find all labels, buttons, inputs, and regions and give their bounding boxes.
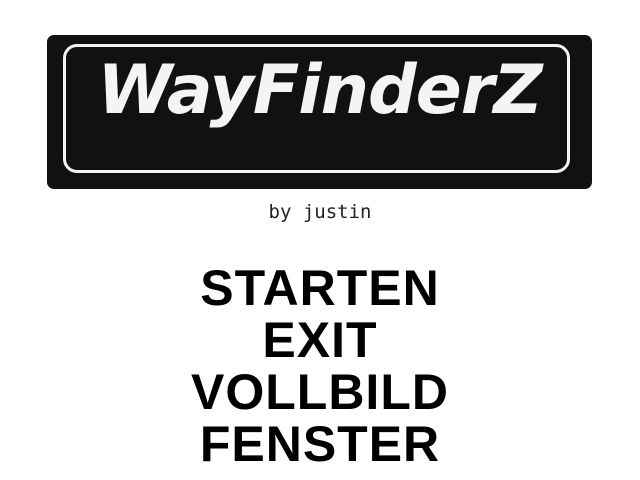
windowed-button-label: FENSTER [199,416,441,472]
windowed-button[interactable]: FENSTER [0,418,640,470]
start-button-label: STARTEN [200,260,440,316]
start-button[interactable]: STARTEN [0,262,640,314]
main-menu: STARTEN EXIT VOLLBILD FENSTER [0,262,640,470]
title-screen: WayFinderZ by justin STARTEN EXIT VOLLBI… [0,0,640,480]
exit-button[interactable]: EXIT [0,314,640,366]
logo-title: WayFinderZ [97,51,542,130]
author-credit: by justin [268,201,372,223]
fullscreen-button-label: VOLLBILD [191,364,449,420]
fullscreen-button[interactable]: VOLLBILD [0,366,640,418]
exit-button-label: EXIT [262,312,378,368]
game-logo: WayFinderZ [47,35,592,189]
